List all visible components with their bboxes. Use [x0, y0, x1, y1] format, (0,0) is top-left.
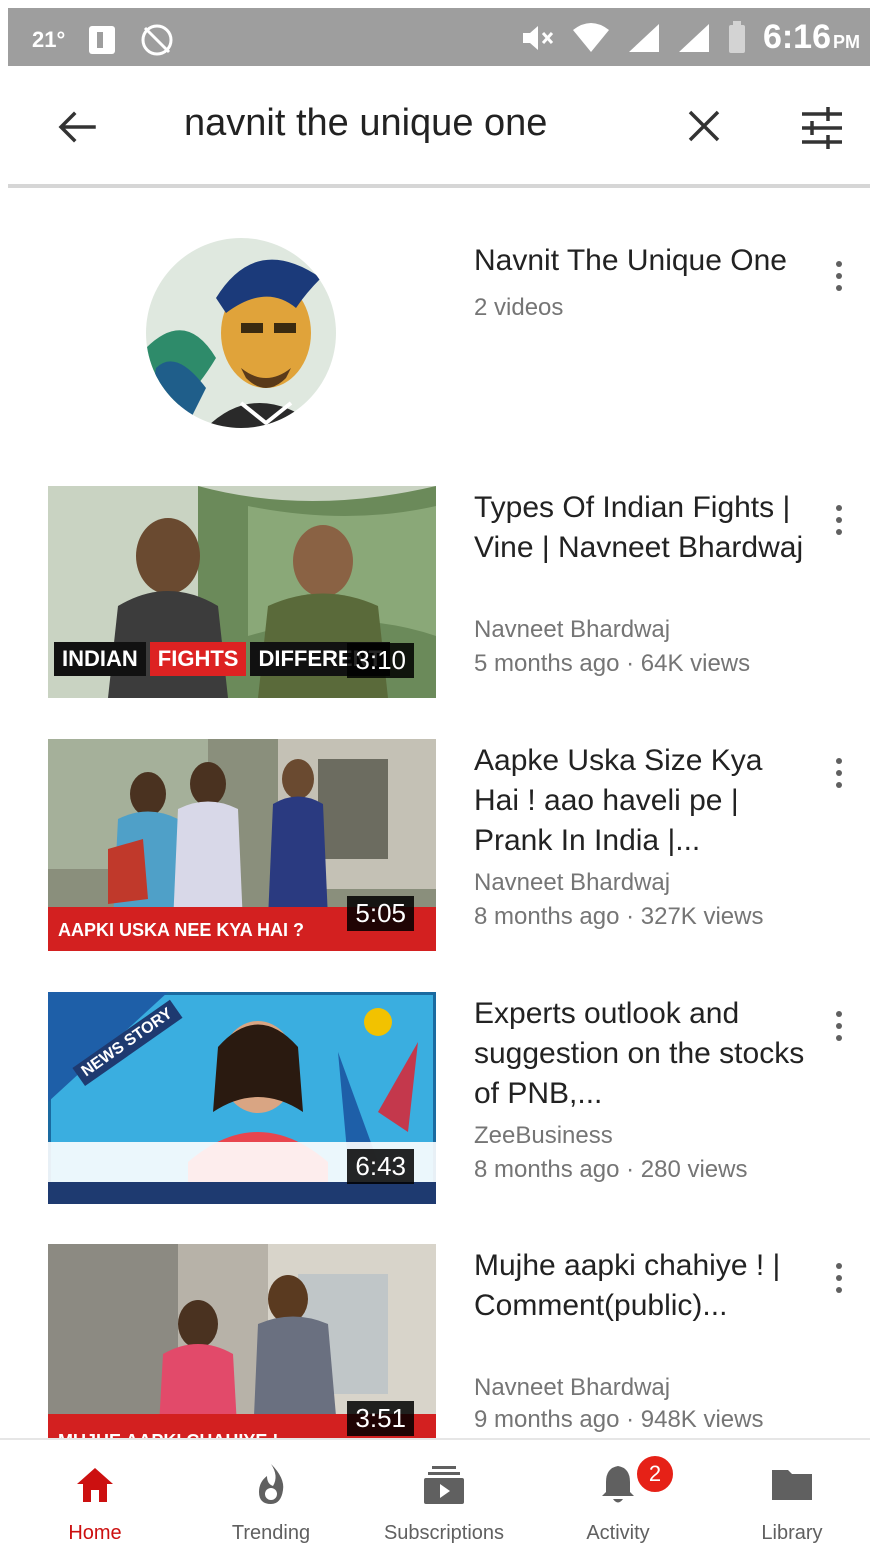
- no-sync-icon: [141, 24, 173, 56]
- video-channel: Navneet Bhardwaj: [474, 869, 671, 896]
- home-icon: [77, 1468, 113, 1502]
- video-meta: 5 months ago · 64K views: [474, 650, 751, 677]
- notification-badge: 2: [635, 1454, 675, 1494]
- video-channel: Navneet Bhardwaj: [474, 616, 671, 643]
- signal-icon: [628, 23, 659, 52]
- filter-icon[interactable]: [798, 104, 846, 152]
- video-result[interactable]: AAPKI USKA NEE KYA HAI ? 5:05 Aapke Uska…: [0, 739, 870, 954]
- nav-item-library[interactable]: Library: [705, 1440, 870, 1547]
- video-meta: 9 months ago · 948K views: [474, 1406, 764, 1433]
- nav-label: Subscriptions: [383, 1522, 505, 1544]
- thumb-caption: FIGHTS: [149, 642, 247, 676]
- bottom-nav: Home Trending Subscriptions 2 Activity L…: [0, 1438, 870, 1547]
- video-duration: 6:43: [347, 1149, 414, 1184]
- thumb-caption: INDIAN: [54, 642, 146, 676]
- wifi-icon: [572, 22, 609, 52]
- video-duration: 3:10: [347, 643, 414, 678]
- status-bar: 21° 6:16 PM: [8, 8, 870, 66]
- flame-icon: [259, 1464, 284, 1504]
- video-duration: 5:05: [347, 896, 414, 931]
- battery-icon: [728, 20, 745, 53]
- nav-label: Activity: [586, 1522, 650, 1544]
- folder-icon: [772, 1470, 812, 1500]
- video-thumbnail[interactable]: AAPKI USKA NEE KYA HAI ? 5:05: [48, 739, 436, 951]
- channel-result[interactable]: Navnit The Unique One 2 videos: [0, 230, 870, 440]
- signal-2-icon: [678, 23, 709, 52]
- more-options-icon[interactable]: [824, 753, 854, 793]
- more-options-icon[interactable]: [824, 500, 854, 540]
- more-options-icon[interactable]: [824, 256, 854, 296]
- channel-title[interactable]: Navnit The Unique One: [474, 244, 787, 278]
- back-arrow-icon[interactable]: [54, 104, 100, 150]
- nav-item-home[interactable]: Home: [8, 1440, 182, 1547]
- nav-label: Home: [68, 1522, 122, 1544]
- video-result[interactable]: INDIAN FIGHTS DIFFERENT 3:10 Types Of In…: [0, 486, 870, 701]
- video-title[interactable]: Experts outlook and suggestion on the st…: [474, 994, 814, 1114]
- bell-icon: [602, 1466, 634, 1503]
- video-channel: ZeeBusiness: [474, 1122, 613, 1149]
- video-meta: 8 months ago · 327K views: [474, 903, 764, 930]
- more-options-icon[interactable]: [824, 1258, 854, 1298]
- nav-item-activity[interactable]: 2 Activity: [531, 1440, 705, 1547]
- video-result[interactable]: NEWS STORY 6:43 Experts outlook and sugg…: [0, 992, 870, 1207]
- video-title[interactable]: Types Of Indian Fights | Vine | Navneet …: [474, 488, 814, 568]
- video-result[interactable]: MUJHE AAPKI CHAHIYE ! 3:51 Mujhe aapki c…: [0, 1244, 870, 1459]
- notification-icon: [89, 26, 116, 54]
- more-options-icon[interactable]: [824, 1006, 854, 1046]
- nav-label: Trending: [231, 1522, 311, 1544]
- clock: 6:16 PM: [762, 18, 860, 56]
- avatar[interactable]: [146, 238, 336, 428]
- search-input[interactable]: navnit the unique one: [184, 102, 547, 145]
- nav-label: Library: [761, 1522, 823, 1544]
- video-title[interactable]: Aapke Uska Size Kya Hai ! aao haveli pe …: [474, 741, 814, 861]
- close-icon[interactable]: [684, 106, 724, 146]
- nav-item-subscriptions[interactable]: Subscriptions: [357, 1440, 531, 1547]
- video-meta: 8 months ago · 280 views: [474, 1156, 748, 1183]
- video-duration: 3:51: [347, 1401, 414, 1436]
- video-channel: Navneet Bhardwaj: [474, 1374, 671, 1401]
- nav-item-trending[interactable]: Trending: [184, 1440, 358, 1547]
- channel-video-count: 2 videos: [474, 294, 564, 321]
- video-title[interactable]: Mujhe aapki chahiye ! | Comment(public).…: [474, 1246, 814, 1326]
- thumb-caption: AAPKI USKA NEE KYA HAI ?: [58, 920, 305, 940]
- video-thumbnail[interactable]: NEWS STORY 6:43: [48, 992, 436, 1204]
- subscriptions-icon: [424, 1466, 464, 1504]
- video-thumbnail[interactable]: INDIAN FIGHTS DIFFERENT 3:10: [48, 486, 436, 698]
- temperature: 21°: [32, 27, 66, 52]
- mute-icon: [522, 25, 554, 50]
- video-thumbnail[interactable]: MUJHE AAPKI CHAHIYE ! 3:51: [48, 1244, 436, 1456]
- search-header: navnit the unique one: [8, 66, 870, 188]
